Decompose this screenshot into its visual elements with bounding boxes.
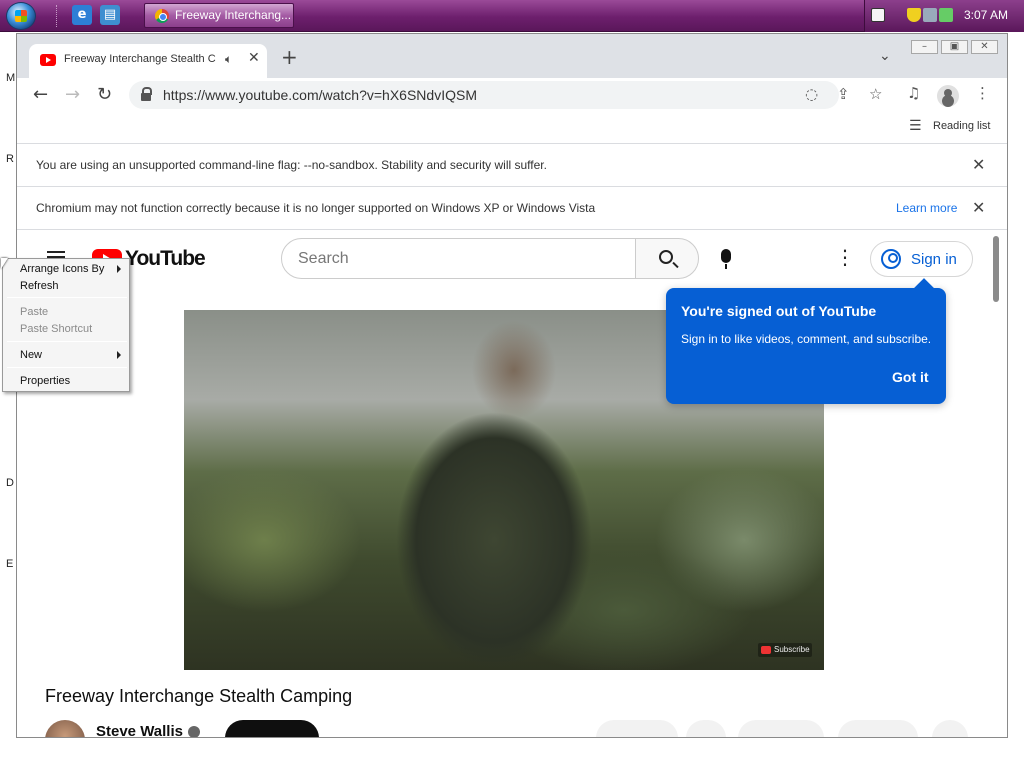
like-button[interactable] bbox=[596, 720, 678, 737]
forward-icon[interactable]: → bbox=[65, 84, 80, 105]
menu-item-paste: Paste bbox=[20, 306, 49, 318]
signed-out-tooltip: You're signed out of YouTube Sign in to … bbox=[666, 278, 946, 404]
taskbar-button-chrome[interactable]: Freeway Interchang... bbox=[144, 3, 294, 28]
tooltip-body: Sign in to like videos, comment, and sub… bbox=[681, 332, 932, 346]
back-icon[interactable]: ← bbox=[33, 84, 48, 105]
network-icon[interactable] bbox=[923, 8, 937, 22]
tooltip-arrow bbox=[914, 278, 934, 298]
close-icon[interactable]: ✕ bbox=[972, 198, 985, 217]
start-orb-icon[interactable] bbox=[6, 2, 36, 30]
audio-icon[interactable]: 🔈︎ bbox=[225, 52, 232, 67]
shield-icon[interactable] bbox=[907, 8, 921, 22]
browser-toolbar: ← → ↻ https://www.youtube.com/watch?v=hX… bbox=[17, 78, 1007, 114]
infobar-text: You are using an unsupported command-lin… bbox=[36, 158, 547, 172]
taskbar: e ▤ Freeway Interchang... 3:07 AM bbox=[0, 0, 1024, 32]
clock[interactable]: 3:07 AM bbox=[964, 8, 1008, 22]
window-close-button[interactable]: ✕ bbox=[971, 40, 998, 54]
desktop-context-menu: Arrange Icons By Refresh Paste Paste Sho… bbox=[2, 258, 130, 392]
ie-icon[interactable]: e bbox=[72, 5, 92, 25]
search-button[interactable] bbox=[635, 238, 699, 279]
desktop-icon-label: E bbox=[6, 558, 14, 570]
desktop-icon-label: R bbox=[6, 153, 14, 165]
folder-icon[interactable]: ▤ bbox=[100, 5, 120, 25]
desktop-icon-label: D bbox=[6, 477, 14, 489]
browser-window: Freeway Interchange Stealth Ca 🔈︎ ✕ + ⌄ … bbox=[16, 33, 1008, 738]
close-icon[interactable]: ✕ bbox=[248, 50, 260, 66]
submenu-arrow-icon bbox=[117, 351, 121, 359]
menu-item-arrange-icons[interactable]: Arrange Icons By bbox=[20, 263, 104, 275]
media-icon[interactable]: ♫ bbox=[907, 84, 920, 102]
reload-icon[interactable]: ↻ bbox=[97, 84, 112, 105]
more-icon[interactable]: ⋮ bbox=[835, 245, 855, 269]
search-icon bbox=[659, 250, 673, 264]
got-it-button[interactable]: Got it bbox=[892, 369, 929, 385]
chevron-down-icon[interactable]: ⌄ bbox=[879, 48, 891, 64]
desktop-icon-label: M bbox=[6, 72, 16, 84]
reading-list-icon[interactable]: ☰ bbox=[909, 118, 922, 134]
quicklaunch-separator bbox=[56, 5, 58, 27]
menu-icon[interactable]: ⋮ bbox=[975, 84, 990, 102]
bookmarks-bar: ☰ Reading list bbox=[17, 114, 1007, 144]
search-input[interactable] bbox=[298, 239, 618, 278]
lock-icon[interactable] bbox=[141, 87, 152, 101]
infobar-sandbox-warning: You are using an unsupported command-lin… bbox=[17, 144, 1007, 187]
infobar-os-warning: Chromium may not function correctly beca… bbox=[17, 187, 1007, 230]
scrollbar[interactable] bbox=[993, 236, 999, 302]
maximize-button[interactable]: ▣ bbox=[941, 40, 968, 54]
close-icon[interactable]: ✕ bbox=[972, 155, 985, 174]
more-actions-button[interactable] bbox=[932, 720, 968, 737]
mouse-cursor-icon bbox=[1, 258, 8, 269]
url-text[interactable]: https://www.youtube.com/watch?v=hX6SNdvI… bbox=[163, 87, 477, 103]
verified-icon bbox=[188, 726, 200, 737]
menu-item-new[interactable]: New bbox=[20, 349, 42, 361]
tab-title: Freeway Interchange Stealth Ca bbox=[64, 53, 216, 65]
menu-separator bbox=[7, 297, 127, 298]
tab-strip: Freeway Interchange Stealth Ca 🔈︎ ✕ + ⌄ … bbox=[17, 34, 1007, 78]
subscribe-button[interactable] bbox=[225, 720, 319, 737]
taskbar-button-label: Freeway Interchang... bbox=[175, 8, 292, 22]
subscribe-watermark[interactable]: Subscribe bbox=[758, 643, 812, 657]
youtube-logo-text[interactable]: YouTube bbox=[125, 247, 206, 271]
channel-name[interactable]: Steve Wallis bbox=[96, 723, 183, 737]
sign-in-button[interactable]: Sign in bbox=[870, 241, 973, 277]
download-button[interactable] bbox=[838, 720, 918, 737]
minimize-button[interactable]: – bbox=[911, 40, 938, 54]
menu-item-refresh[interactable]: Refresh bbox=[20, 280, 59, 292]
tab-youtube[interactable]: Freeway Interchange Stealth Ca 🔈︎ ✕ bbox=[29, 44, 267, 78]
avatar[interactable] bbox=[45, 720, 85, 737]
chrome-icon bbox=[155, 9, 169, 23]
menu-item-paste-shortcut: Paste Shortcut bbox=[20, 323, 93, 335]
new-tab-button[interactable]: + bbox=[281, 45, 298, 69]
video-title: Freeway Interchange Stealth Camping bbox=[45, 686, 353, 706]
keyboard-icon[interactable] bbox=[871, 8, 885, 22]
sign-in-label: Sign in bbox=[911, 251, 957, 268]
address-bar[interactable]: https://www.youtube.com/watch?v=hX6SNdvI… bbox=[129, 81, 882, 109]
learn-more-link[interactable]: Learn more bbox=[896, 201, 957, 215]
volume-icon[interactable] bbox=[939, 8, 953, 22]
eye-off-icon[interactable]: ◌ bbox=[805, 85, 818, 103]
infobar-text: Chromium may not function correctly beca… bbox=[36, 201, 596, 215]
window-controls: – ▣ ✕ bbox=[911, 36, 1001, 54]
dislike-button[interactable] bbox=[686, 720, 726, 737]
youtube-favicon bbox=[40, 54, 56, 66]
reading-list-button[interactable]: Reading list bbox=[933, 120, 990, 132]
share-icon[interactable]: ⇪ bbox=[837, 85, 850, 103]
submenu-arrow-icon bbox=[117, 265, 121, 273]
menu-separator bbox=[7, 367, 127, 368]
system-tray: 3:07 AM bbox=[864, 0, 1024, 32]
star-icon[interactable]: ☆ bbox=[869, 85, 882, 103]
tooltip-title: You're signed out of YouTube bbox=[681, 303, 877, 319]
menu-item-properties[interactable]: Properties bbox=[20, 375, 70, 387]
mic-icon[interactable] bbox=[721, 249, 731, 269]
profile-icon[interactable] bbox=[937, 85, 959, 107]
search-box bbox=[281, 238, 636, 279]
youtube-page: YouTube ⋮ Sign in Subscribe You're signe… bbox=[17, 231, 1007, 737]
user-icon bbox=[881, 249, 901, 269]
share-button[interactable] bbox=[738, 720, 824, 737]
menu-separator bbox=[7, 341, 127, 342]
